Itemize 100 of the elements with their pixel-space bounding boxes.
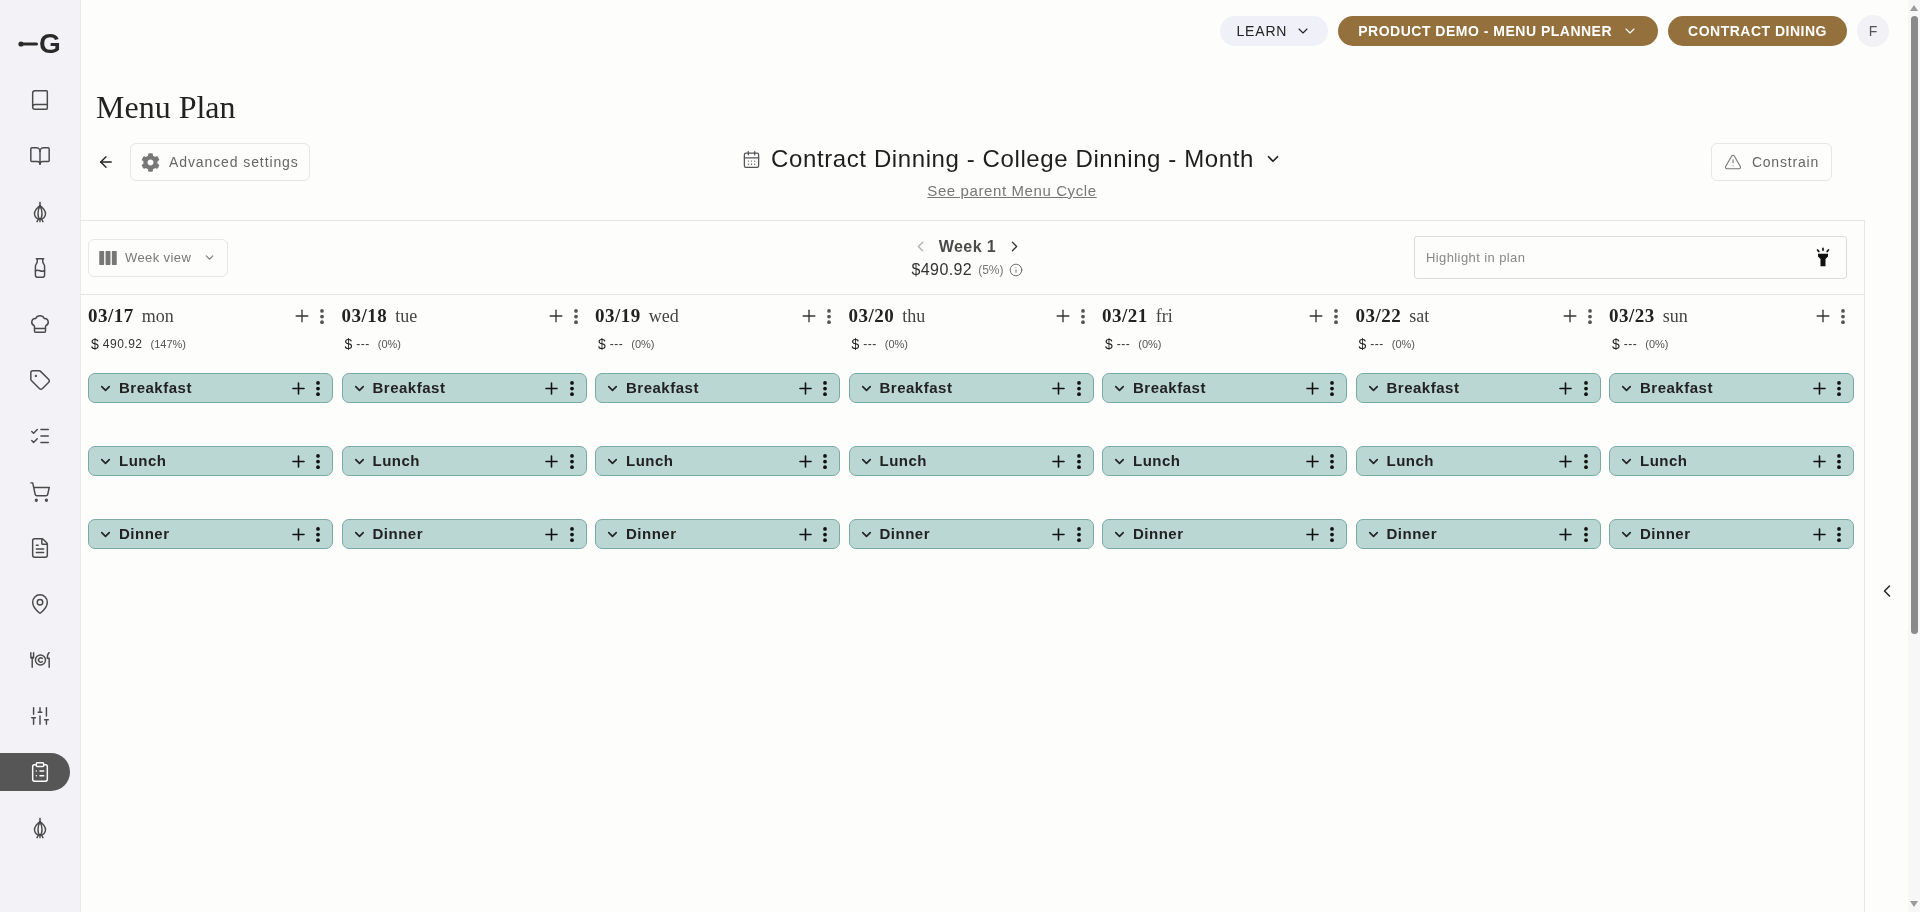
meal-name: Dinner	[119, 523, 170, 544]
day-weekday: thu	[902, 304, 926, 328]
vertical-dots-icon	[1583, 526, 1588, 542]
vertical-dots-icon	[1076, 453, 1081, 469]
day-weekday: mon	[141, 304, 174, 328]
meal-name: Dinner	[1386, 523, 1437, 544]
day-share: (0%)	[884, 336, 909, 352]
advanced-settings-button[interactable]: Advanced settings	[130, 143, 310, 181]
highlight-field[interactable]: Highlight in plan	[1414, 236, 1847, 279]
meal-name: Lunch	[1133, 450, 1181, 471]
currency-symbol: $	[91, 334, 99, 354]
currency-symbol: $	[1612, 334, 1620, 354]
meal-name: Dinner	[879, 523, 930, 544]
vertical-dots-icon	[823, 380, 827, 396]
vertical-dots-icon	[1076, 526, 1081, 542]
meal-name: Lunch	[879, 450, 927, 471]
vertical-dots-icon	[823, 453, 827, 469]
week-label: Week 1	[938, 236, 997, 257]
day-date: 03/18	[341, 303, 388, 328]
plan-selector[interactable]: Contract Dinning - College Dinning - Month	[742, 143, 1282, 175]
day-cost: ---	[1623, 336, 1638, 353]
meal-name: Breakfast	[1640, 377, 1713, 398]
meal-name: Lunch	[626, 450, 674, 471]
week-cost: $490.92	[911, 259, 973, 280]
tag-icon	[29, 369, 51, 391]
sidebar-item[interactable]	[0, 753, 70, 791]
plate-cutlery-icon	[29, 649, 51, 671]
info-icon[interactable]	[1009, 262, 1024, 277]
settings-icon	[141, 152, 160, 172]
meal-name: Breakfast	[879, 377, 953, 398]
vertical-dots-icon	[569, 526, 574, 542]
vertical-dots-icon	[1587, 308, 1592, 324]
vertical-dots-icon	[1330, 526, 1334, 542]
meal-name: Breakfast	[1133, 377, 1206, 398]
vertical-dots-icon	[827, 308, 831, 324]
vertical-dots-icon	[1837, 380, 1841, 396]
meal-name: Lunch	[1640, 450, 1688, 471]
day-cost: ---	[1116, 336, 1131, 353]
vertical-dots-icon	[1334, 308, 1338, 324]
scroll-down-arrow-icon[interactable]	[1910, 901, 1918, 907]
brand-logo[interactable]: G	[18, 29, 61, 59]
vertical-dots-icon	[573, 308, 578, 324]
scroll-up-arrow-icon[interactable]	[1910, 5, 1918, 11]
book-icon	[29, 89, 51, 111]
vertical-dots-icon	[316, 526, 320, 542]
meal-name: Lunch	[372, 450, 420, 471]
vertical-dots-icon	[1330, 380, 1334, 396]
document-icon	[29, 537, 51, 559]
columns-icon	[99, 250, 117, 265]
meal-name: Breakfast	[372, 377, 446, 398]
currency-symbol: $	[851, 334, 860, 354]
currency-symbol: $	[1105, 334, 1113, 354]
day-date: 03/17	[88, 303, 134, 328]
workspace-menu-button[interactable]: PRODUCT DEMO - MENU PLANNER	[1338, 16, 1659, 46]
warning-triangle-icon	[1723, 153, 1742, 171]
sliders-icon	[29, 705, 51, 727]
vertical-dots-icon	[569, 380, 574, 396]
meal-name: Lunch	[1386, 450, 1434, 471]
vertical-dots-icon	[1583, 453, 1588, 469]
chef-hat-icon	[29, 313, 51, 335]
meal-name: Dinner	[372, 523, 423, 544]
vertical-dots-icon	[1837, 526, 1841, 542]
meal-name: Lunch	[119, 450, 167, 471]
page-title: Menu Plan	[95, 88, 237, 127]
scrollbar-thumb[interactable]	[1910, 16, 1918, 634]
calendar-icon	[742, 149, 762, 169]
week-share: (5%)	[978, 261, 1004, 279]
meal-name: Breakfast	[1386, 377, 1460, 398]
open-book-icon	[29, 145, 51, 167]
day-date: 03/22	[1355, 303, 1402, 328]
day-weekday: tue	[395, 304, 418, 328]
day-weekday: wed	[648, 304, 679, 328]
day-share: (0%)	[1391, 336, 1416, 352]
clipboard-list-icon	[29, 761, 51, 783]
week-view-dropdown[interactable]: Week view	[88, 238, 228, 277]
meal-name: Dinner	[1133, 523, 1184, 544]
vertical-dots-icon	[1076, 380, 1081, 396]
day-share: (147%)	[150, 336, 186, 352]
vertical-dots-icon	[1080, 308, 1085, 324]
day-date: 03/21	[1102, 303, 1148, 328]
currency-symbol: $	[598, 334, 606, 354]
day-date: 03/19	[595, 303, 641, 328]
day-cost: ---	[1370, 336, 1384, 353]
meal-name: Breakfast	[119, 377, 192, 398]
vertical-dots-icon	[316, 453, 320, 469]
vertical-dots-icon	[1841, 308, 1845, 324]
constrain-button[interactable]: Constrain	[1710, 143, 1832, 181]
client-button[interactable]: CONTRACT DINING	[1668, 16, 1847, 46]
vertical-dots-icon	[316, 380, 320, 396]
vertical-dots-icon	[1837, 453, 1841, 469]
day-cost: 490.92	[102, 336, 143, 353]
day-share: (0%)	[1645, 336, 1669, 352]
user-avatar[interactable]: F	[1857, 15, 1889, 47]
parent-menu-cycle-link[interactable]: See parent Menu Cycle	[927, 180, 1097, 203]
day-date: 03/23	[1609, 303, 1655, 328]
meal-name: Dinner	[1640, 523, 1691, 544]
day-share: (0%)	[1138, 336, 1162, 352]
learn-menu-button[interactable]: LEARN	[1219, 16, 1329, 46]
day-date: 03/20	[848, 303, 895, 328]
day-weekday: sun	[1662, 304, 1688, 328]
